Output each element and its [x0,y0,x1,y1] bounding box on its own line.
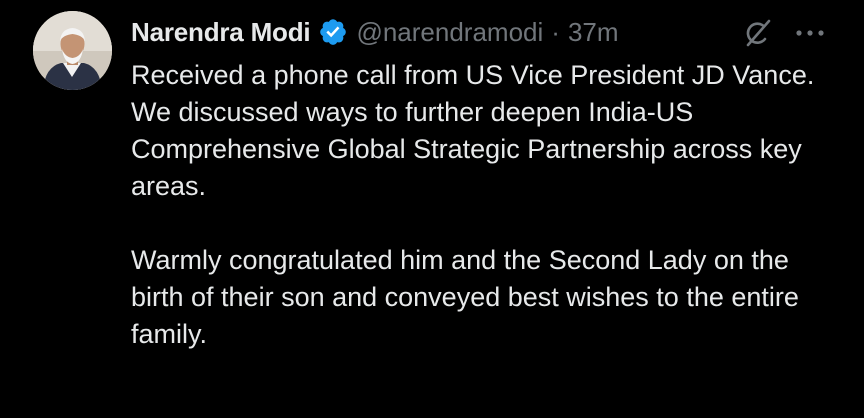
author-name[interactable]: Narendra Modi [131,17,311,48]
tweet-paragraph-1: Received a phone call from US Vice Presi… [131,60,815,201]
tweet: Narendra Modi @narendramodi · 37m Receiv… [0,0,864,418]
author-handle[interactable]: @narendramodi [356,17,543,48]
tweet-text: Received a phone call from US Vice Presi… [131,57,831,353]
verified-badge-icon[interactable] [318,17,348,47]
avatar-image [33,11,112,90]
header-separator: · [551,16,560,47]
grok-icon[interactable] [743,18,773,48]
tweet-header: Narendra Modi @narendramodi · 37m [131,14,619,50]
post-timestamp[interactable]: 37m [568,17,619,48]
tweet-paragraph-2: Warmly congratulated him and the Second … [131,245,799,349]
more-options-icon[interactable] [791,23,829,43]
avatar[interactable] [33,11,112,90]
